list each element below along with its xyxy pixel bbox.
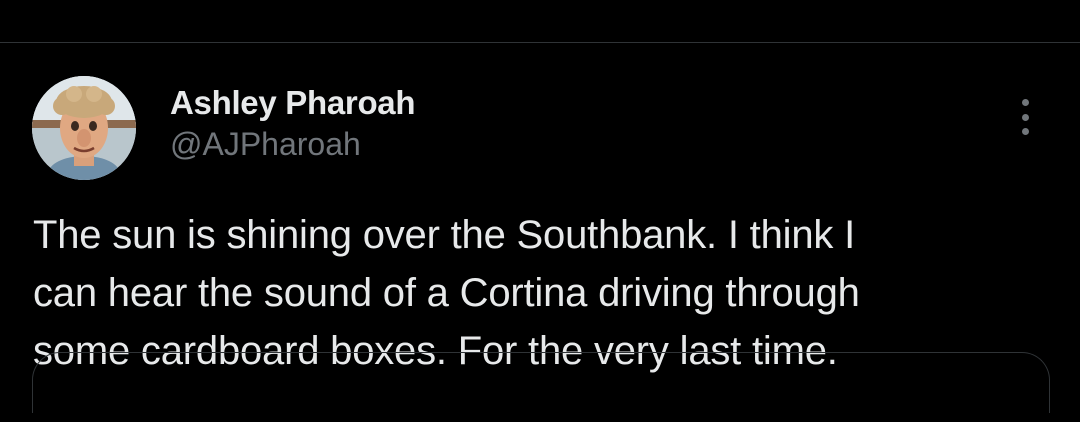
more-options-vertical-icon-dot [1021, 99, 1029, 106]
avatar-image [32, 76, 136, 180]
tweet-text-line: The sun is shining over the Southbank. I… [33, 213, 856, 257]
more-options-vertical-icon-dot [1021, 128, 1029, 135]
more-options-vertical-icon-dot [1021, 113, 1029, 121]
embedded-card[interactable] [32, 352, 1050, 413]
author-handle[interactable]: @AJPharoah [170, 125, 415, 163]
more-options-button[interactable] [1010, 99, 1040, 135]
avatar[interactable] [32, 76, 136, 180]
author-info: Ashley Pharoah @AJPharoah [170, 83, 416, 163]
tweet-text-line: can hear the sound of a Cortina driving … [33, 271, 860, 315]
author-display-name[interactable]: Ashley Pharoah [170, 83, 416, 123]
